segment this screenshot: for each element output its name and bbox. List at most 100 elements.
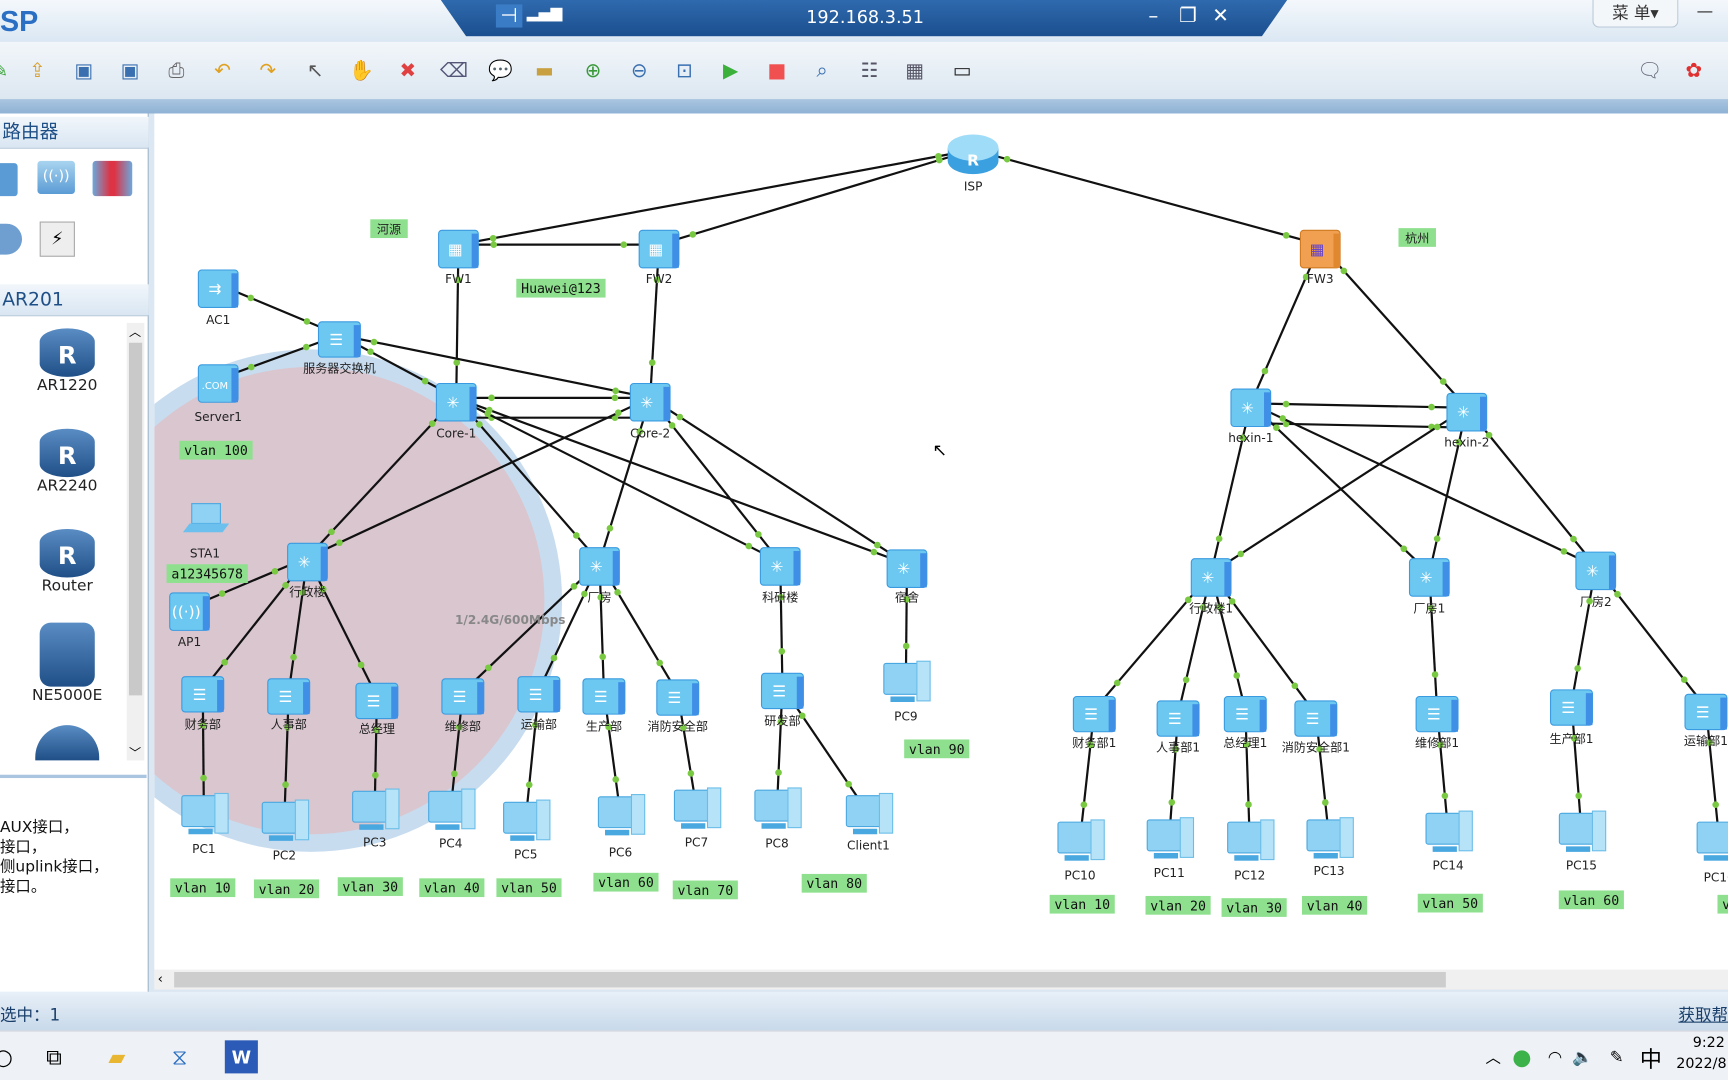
link[interactable]: [1249, 244, 1322, 404]
node-消防安全部1[interactable]: ☰ 消防安全部1: [1282, 700, 1350, 755]
delete-icon[interactable]: ✖: [395, 57, 421, 83]
scroll-up-icon[interactable]: ︿: [129, 323, 141, 341]
scroll-left-icon[interactable]: ‹: [158, 971, 163, 986]
node-FW3[interactable]: ▦ FW3: [1299, 229, 1341, 286]
task-view-icon[interactable]: ⧉: [37, 1040, 70, 1073]
fit-icon[interactable]: ⊡: [671, 57, 697, 83]
cloud-category-icon[interactable]: [0, 223, 23, 255]
vlan-label[interactable]: vlan 10: [1049, 894, 1115, 914]
node-消防安全部[interactable]: ☰ 消防安全部: [647, 679, 708, 734]
minimize-button[interactable]: —: [1683, 0, 1727, 26]
node-PC15[interactable]: PC15: [1558, 810, 1607, 873]
vlan-label[interactable]: vlan 50: [496, 878, 562, 898]
link[interactable]: [1210, 403, 1252, 574]
console-icon[interactable]: ▭: [949, 57, 975, 83]
link[interactable]: [1319, 243, 1468, 409]
node-总经理[interactable]: ☰ 总经理: [355, 682, 399, 736]
close-icon[interactable]: ✕: [1212, 4, 1229, 27]
node-财务部[interactable]: ☰ 财务部: [181, 676, 225, 732]
node-Core-2[interactable]: ✳ Core-2: [629, 382, 671, 441]
vlan-label[interactable]: vlan 30: [337, 877, 403, 896]
node-PC10[interactable]: PC10: [1057, 819, 1105, 883]
node-PC14[interactable]: PC14: [1425, 810, 1473, 873]
wlan-category-icon[interactable]: ((·)): [37, 160, 75, 194]
restore-icon[interactable]: ❐: [1179, 4, 1197, 27]
save-as-icon[interactable]: ▣: [117, 57, 143, 83]
node-总经理1[interactable]: ☰ 总经理1: [1223, 695, 1267, 750]
node-PC4[interactable]: PC4: [428, 788, 476, 850]
grid-icon[interactable]: ▦: [901, 57, 927, 83]
pin-icon[interactable]: ⊣: [495, 4, 523, 28]
device-router[interactable]: R Router: [18, 528, 117, 595]
node-hexin-1[interactable]: ✳ hexin-1: [1228, 388, 1273, 445]
password-label[interactable]: Huawei@123: [516, 278, 606, 298]
node-Client1[interactable]: Client1: [845, 792, 894, 853]
node-PC2[interactable]: PC2: [261, 799, 310, 863]
save-icon[interactable]: ▣: [71, 57, 97, 83]
vlan-label[interactable]: vlan 40: [1302, 895, 1368, 915]
chat-icon[interactable]: 🗨: [1637, 57, 1663, 83]
vlan-label[interactable]: vlan 90: [904, 739, 970, 759]
node-ISP[interactable]: R ISP: [947, 134, 999, 194]
redo-icon[interactable]: ↷: [255, 57, 281, 83]
text-icon[interactable]: 💬: [487, 57, 513, 83]
node-PC5[interactable]: PC5: [503, 799, 551, 861]
vlan-label[interactable]: vlan 50: [1417, 893, 1483, 913]
vlan-label[interactable]: vlan 20: [253, 879, 320, 899]
pen-icon[interactable]: ✎: [1600, 1040, 1633, 1073]
node-财务部1[interactable]: ☰ 财务部1: [1072, 695, 1116, 750]
vlan-label[interactable]: vlan 80: [801, 873, 867, 893]
vlan-label[interactable]: vlan 70: [1717, 894, 1728, 914]
area-label-hangzhou[interactable]: 杭州: [1398, 228, 1436, 247]
node-PC13[interactable]: PC13: [1306, 817, 1354, 878]
node-PC12[interactable]: PC12: [1227, 819, 1275, 883]
delete-link-icon[interactable]: ⌫: [440, 57, 468, 83]
node-AC1[interactable]: ⇉ AC1: [197, 269, 239, 327]
clock-date[interactable]: 2022/8: [1676, 1056, 1726, 1073]
area-label-heyuan[interactable]: 河源: [370, 219, 408, 239]
cx-router-icon[interactable]: [35, 725, 100, 761]
node-研发部[interactable]: ☰ 研发部: [760, 672, 804, 728]
node-Server1[interactable]: .COM Server1: [194, 364, 242, 424]
node-维修部1[interactable]: ☰ 维修部1: [1415, 695, 1459, 750]
file-explorer-icon[interactable]: ▰: [100, 1040, 133, 1073]
firewall-category-icon[interactable]: [92, 160, 133, 197]
switch-category-icon[interactable]: [0, 163, 18, 197]
node-PC9[interactable]: PC9: [883, 660, 931, 724]
link[interactable]: [598, 397, 652, 563]
ensp-app-icon[interactable]: ⧖: [163, 1040, 196, 1073]
ime-indicator[interactable]: 中: [1634, 1040, 1667, 1073]
topology-icon[interactable]: ☷: [856, 57, 882, 83]
link[interactable]: [458, 241, 660, 248]
node-厂房2[interactable]: ✳ 厂房2: [1575, 551, 1617, 609]
open-icon[interactable]: ⇪: [24, 57, 50, 83]
device-ar2240[interactable]: R AR2240: [18, 428, 117, 495]
node-FW1[interactable]: ▦ FW1: [438, 229, 479, 286]
zoom-in-icon[interactable]: ⊕: [580, 57, 606, 83]
node-科研楼[interactable]: ✳ 科研楼: [759, 547, 801, 605]
node-PC6[interactable]: PC6: [597, 794, 646, 860]
wlan-key-label[interactable]: a12345678: [166, 564, 248, 583]
node-人事部[interactable]: ☰ 人事部: [267, 678, 311, 732]
node-PC8[interactable]: PC8: [754, 787, 802, 851]
vlan-label[interactable]: vlan 70: [672, 880, 738, 900]
undo-icon[interactable]: ↶: [209, 57, 235, 83]
node-PC7[interactable]: PC7: [673, 787, 722, 849]
link[interactable]: [658, 148, 974, 246]
word-app-icon[interactable]: W: [224, 1040, 258, 1074]
node-生产部[interactable]: ☰ 生产部: [582, 678, 626, 734]
scrollbar-thumb[interactable]: [128, 342, 143, 696]
vlan-label[interactable]: vlan 30: [1221, 898, 1287, 917]
node-厂房1[interactable]: ✳ 厂房1: [1408, 558, 1450, 616]
search-icon[interactable]: ○: [0, 1040, 20, 1073]
vlan-label[interactable]: vlan 40: [419, 878, 485, 898]
link[interactable]: [972, 148, 1321, 246]
node-生产部1[interactable]: ☰ 生产部1: [1549, 689, 1594, 746]
vlan-label[interactable]: vlan 60: [593, 872, 659, 892]
link[interactable]: [649, 397, 782, 563]
link[interactable]: [458, 148, 974, 246]
minimize-icon[interactable]: –: [1148, 4, 1158, 27]
node-PC11[interactable]: PC11: [1146, 817, 1195, 881]
vlan-label[interactable]: vlan 100: [179, 440, 253, 460]
node-运输部1[interactable]: ☰ 运输部1: [1684, 693, 1728, 748]
